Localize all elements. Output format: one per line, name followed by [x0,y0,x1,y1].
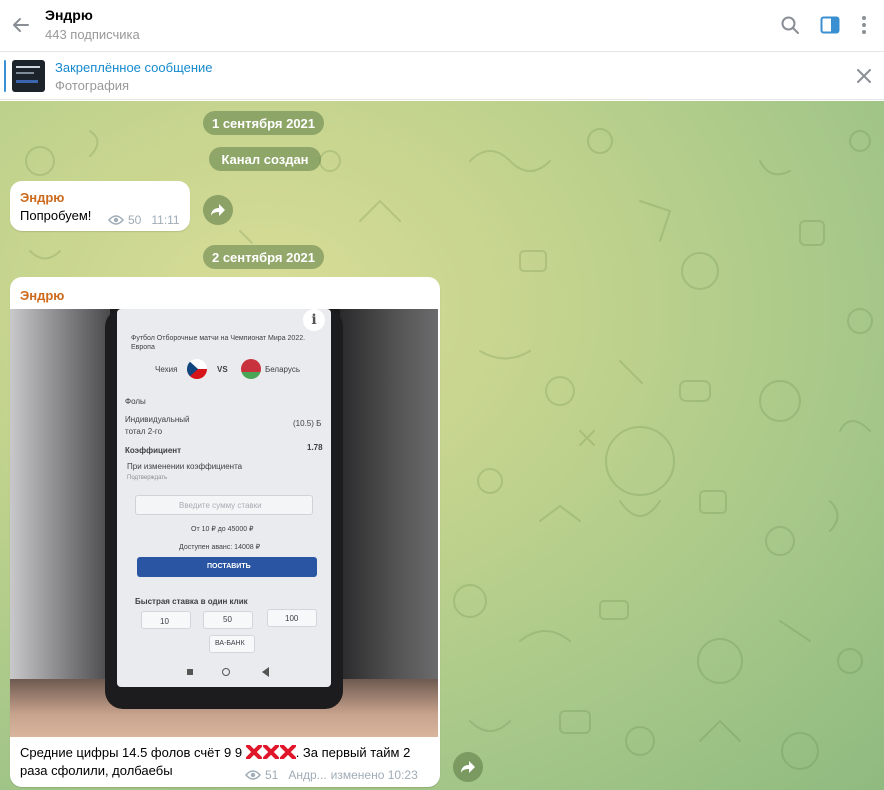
nav-square-icon [187,669,193,675]
photo-phone: i Футбол Отборочные матчи на Чемпионат М… [105,309,343,709]
screen-available: Доступен аванс: 14008 ₽ [179,544,261,551]
screen-quick-3-label: 100 [285,614,299,623]
back-arrow-icon [13,18,29,32]
screen-range: От 10 ₽ до 45000 ₽ [191,526,254,533]
message-author[interactable]: Эндрю [20,288,64,303]
screen-coef-value: 1.78 [307,443,323,452]
service-message: Канал создан [209,147,321,171]
edited-time: изменено 10:23 [330,768,418,782]
cross-mark-icon [245,745,296,759]
screen-vs: VS [217,365,228,374]
screen-quick-1-label: 10 [160,617,169,626]
caption-line-1-end: . За первый тайм 2 [295,745,411,760]
screen-vabank-label: ВА-БАНК [215,640,245,647]
back-button[interactable] [8,12,34,38]
caption-line-1: Средние цифры 14.5 фолов счёт 9 9 [20,745,243,760]
message-meta: 50 11:11 [108,213,180,227]
pinned-title: Закреплённое сообщение [55,60,213,75]
forward-button-2[interactable] [453,752,483,782]
screen-change-label: При изменении коэффициента [127,462,243,471]
info-icon: i [303,309,325,331]
screen-tournament: Футбол Отборочные матчи на Чемпионат Мир… [131,335,306,342]
pinned-thumbnail [12,60,45,92]
search-icon [781,16,799,34]
sidebar-toggle-icon [820,16,840,34]
close-icon [857,69,871,83]
screen-team-1: Чехия [155,365,178,374]
more-vertical-icon [862,16,866,34]
screen-bet-2: тотал 2-го [125,427,163,436]
message-meta: 51 Андр... изменено 10:23 [245,768,418,782]
view-count: 51 [265,768,279,782]
message-photo[interactable]: i Футбол Отборочные матчи на Чемпионат М… [10,309,438,737]
message-author[interactable]: Эндрю [20,190,64,205]
sidebar-toggle-button[interactable] [818,13,842,37]
views-eye-icon [108,215,124,225]
pinned-message-bar[interactable]: Закреплённое сообщение Фотография [0,52,884,100]
nav-circle-icon [222,668,230,676]
post-signature: Андр... [288,768,327,782]
more-menu-button[interactable] [852,13,876,37]
flag-belarus [241,359,261,379]
photo-background-right [340,309,438,737]
forward-button-1[interactable] [203,195,233,225]
screen-change-value: Подтверждать [127,475,168,481]
search-button[interactable] [778,13,802,37]
flag-czech [187,359,207,379]
screen-bet-1: Индивидуальный [125,415,190,424]
pinned-accent [4,60,6,92]
screen-quick-title: Быстрая ставка в один клик [135,597,248,606]
date-separator-1: 1 сентября 2021 [203,111,324,135]
view-count: 50 [128,213,142,227]
pinned-close-button[interactable] [852,64,876,88]
message-time: 11:11 [151,213,180,227]
views-eye-icon [245,770,261,780]
chat-title[interactable]: Эндрю [45,7,93,23]
subscriber-count: 443 подписчика [45,27,140,42]
chat-header: Эндрю 443 подписчика [0,0,884,52]
screen-bet-value: (10.5) Б [293,419,322,428]
screen-team-2: Беларусь [265,365,300,374]
screen-placeholder: Введите сумму ставки [179,501,262,510]
photo-background-left [10,309,110,737]
forward-icon [211,204,225,216]
message-bubble-1[interactable]: Эндрю Попробуем! 50 11:11 [10,181,190,231]
message-text: Попробуем! [20,208,92,223]
screen-quick-2-label: 50 [223,615,232,624]
phone-screen: i Футбол Отборочные матчи на Чемпионат М… [117,309,331,687]
screen-tournament-2: Европа [131,344,155,351]
date-separator-2: 2 сентября 2021 [203,245,324,269]
screen-coef-label: Коэффициент [125,446,182,455]
pinned-subtitle: Фотография [55,78,130,93]
forward-icon [461,761,475,773]
nav-back-icon [262,667,269,677]
screen-place-label: ПОСТАВИТЬ [207,563,251,570]
screen-section: Фолы [125,397,146,406]
caption-line-2: раза сфолили, долбаебы [20,763,173,778]
